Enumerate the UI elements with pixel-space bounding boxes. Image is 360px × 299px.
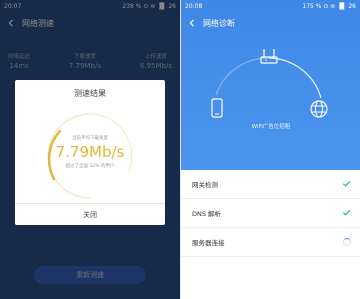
wifi-name: WiFi广告位招租 bbox=[251, 124, 291, 130]
page-title: 网络诊断 bbox=[203, 18, 235, 28]
status-bar: 20:08 175 % ⊙ ≋ ▐▌ 26 bbox=[181, 0, 360, 12]
status-time: 20:08 bbox=[185, 2, 203, 10]
phone-icon bbox=[211, 98, 223, 118]
speed-test-screen: 20:07 238 % ⊙ ≋ ▐▌ 26 网络测速 网络延迟 14ms 下载速… bbox=[0, 0, 180, 299]
status-icons: 175 % ⊙ ≋ ▐▌ 26 bbox=[302, 2, 356, 10]
back-arrow-icon[interactable] bbox=[187, 18, 197, 28]
diagnosis-check-list: 网关检测 DNS 解析 服务器连接 bbox=[181, 170, 360, 257]
ranking-note: 超过了全国 32% 的用户 bbox=[65, 164, 115, 169]
router-icon bbox=[260, 49, 278, 64]
check-gateway: 网关检测 bbox=[181, 170, 360, 199]
speed-result-dialog: 测速结果 当前平均下载速度 7.79Mb/s 超过了全国 32% 的用户 关闭 bbox=[15, 80, 165, 225]
network-diagnosis-screen: WiFi广告位招租 20:08 175 % ⊙ ≋ ▐▌ 26 网络诊断 网关检… bbox=[181, 0, 360, 299]
loading-spinner-icon bbox=[343, 238, 351, 246]
speed-value: 7.79Mb/s bbox=[55, 143, 125, 161]
title-bar: 网络诊断 bbox=[181, 12, 360, 34]
close-button[interactable]: 关闭 bbox=[15, 204, 165, 225]
check-server: 服务器连接 bbox=[181, 228, 360, 257]
gauge-label: 当前平均下载速度 bbox=[72, 136, 108, 141]
check-label: 服务器连接 bbox=[192, 239, 225, 247]
globe-icon bbox=[310, 100, 328, 118]
checkmark-icon bbox=[342, 179, 351, 190]
check-label: DNS 解析 bbox=[192, 210, 222, 218]
checkmark-icon bbox=[342, 208, 351, 219]
check-dns: DNS 解析 bbox=[181, 199, 360, 228]
check-label: 网关检测 bbox=[192, 181, 218, 189]
dialog-title: 测速结果 bbox=[74, 89, 106, 98]
